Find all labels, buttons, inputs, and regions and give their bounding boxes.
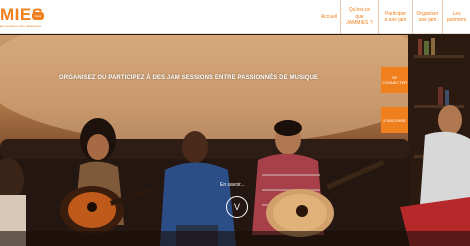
nav-item-organiser[interactable]: Organiser une jam [412, 0, 442, 34]
logo-tagline: jam sessions entre passionnés [0, 24, 42, 28]
register-button[interactable]: S'INSCRIRE [381, 107, 408, 133]
nav-item-participer[interactable]: Participer à une jam [378, 0, 412, 34]
connect-button-label: SE CONNECTER [381, 75, 408, 85]
register-button-label: S'INSCRIRE [383, 117, 406, 123]
main-nav: Accueil Qu'est-ce que JAMMIES ? Particip… [318, 0, 470, 34]
scroll-down-button[interactable]: V [226, 196, 248, 218]
site-header: MIES jam sessions entre passionnés beta … [0, 0, 470, 34]
hero-banner: ORGANISEZ OU PARTICIPEZ À DES JAM SESSIO… [0, 35, 470, 246]
nav-item-accueil[interactable]: Accueil [318, 0, 340, 34]
nav-item-les-jammers[interactable]: Les jammers [442, 0, 470, 34]
beta-badge: beta [32, 12, 44, 20]
nav-item-quest-ce-que-jammies[interactable]: Qu'est-ce que JAMMIES ? [340, 0, 378, 34]
connect-button[interactable]: SE CONNECTER [381, 67, 408, 93]
learn-more-label: En savoir... [220, 182, 245, 188]
hero-headline: ORGANISEZ OU PARTICIPEZ À DES JAM SESSIO… [59, 75, 319, 81]
chevron-down-icon: V [233, 202, 240, 212]
